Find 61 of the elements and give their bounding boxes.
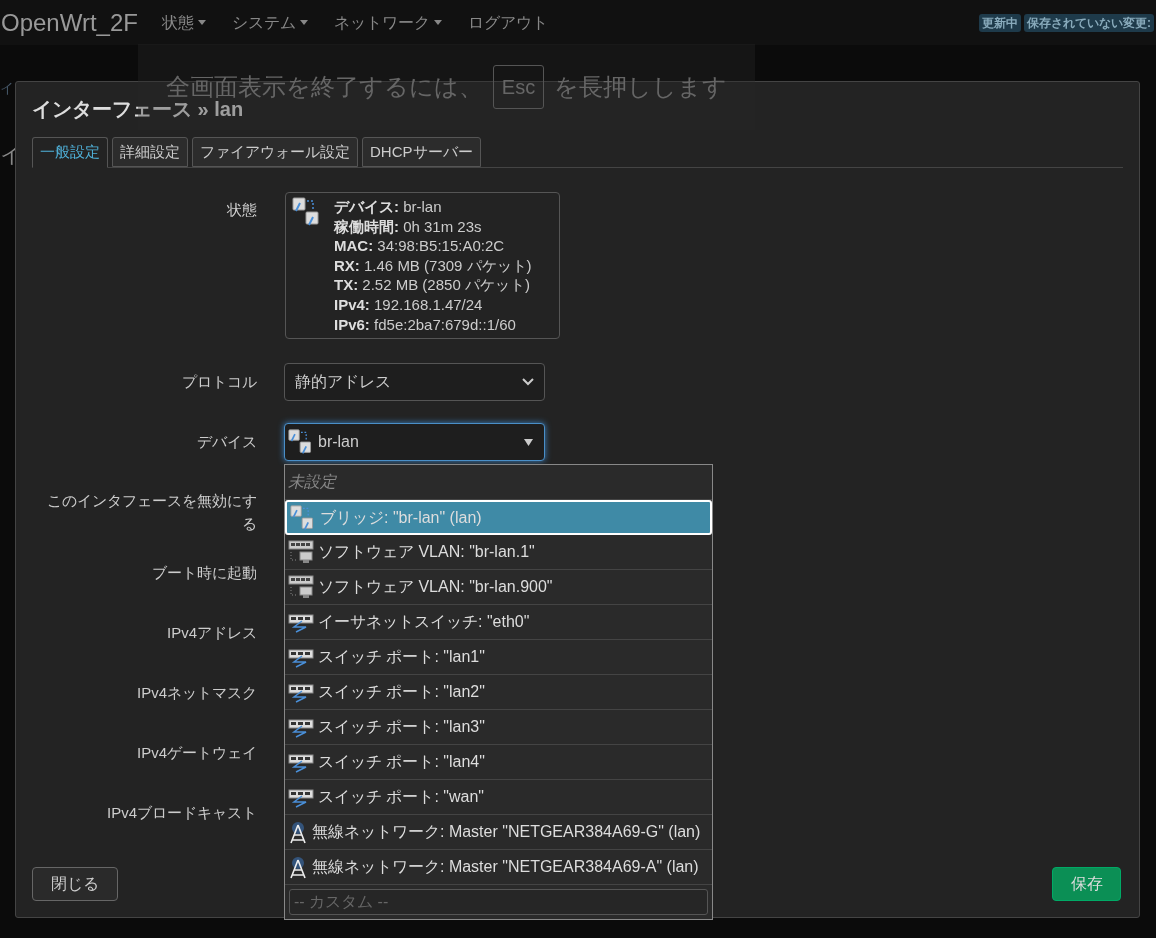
tab[interactable]: 一般設定	[32, 137, 108, 168]
close-button[interactable]: 閉じる	[32, 867, 118, 901]
dropdown-option[interactable]: スイッチ ポート: "lan1"	[285, 640, 712, 675]
status-line: MAC: 34:98:B5:15:A0:2C	[334, 236, 506, 256]
dropdown-option[interactable]: ソフトウェア VLAN: "br-lan.900"	[285, 570, 712, 605]
status-line: IPv6: fd5e:2ba7:679d::1/60	[334, 314, 517, 335]
dropdown-option[interactable]: スイッチ ポート: "wan"	[285, 780, 712, 815]
background-text: イ	[0, 79, 14, 98]
dropdown-option[interactable]: スイッチ ポート: "lan4"	[285, 745, 712, 780]
network-device-icon	[288, 575, 314, 599]
switch-icon	[288, 681, 314, 703]
switch-icon	[288, 646, 314, 668]
status-line: 稼働時間: 0h 31m 23s	[334, 216, 483, 237]
dialog-title: インターフェース » lan	[32, 98, 245, 121]
status-line: TX: 2.52 MB (2850 パケット)	[334, 275, 531, 295]
field-label: IPv4アドレス	[167, 622, 257, 643]
custom-input-field[interactable]: -- カスタム --	[289, 889, 708, 915]
field-label: IPv4ブロードキャスト	[107, 802, 257, 823]
antenna-tower-icon	[288, 820, 308, 844]
field-label: プロトコル	[181, 371, 257, 392]
tab[interactable]: ファイアウォール設定	[192, 137, 358, 167]
field-label: ブート時に起動	[152, 562, 257, 583]
chevron-down-icon	[522, 378, 534, 386]
status-badge: 更新中	[979, 13, 1021, 32]
key-cap: Esc	[492, 65, 545, 109]
field-label: 状態	[226, 200, 257, 220]
switch-icon	[288, 611, 314, 633]
switch-icon	[288, 786, 314, 808]
notice-text: 全画面表示を終了するには、	[165, 72, 483, 101]
bridge-icon	[290, 504, 316, 531]
nav-menu[interactable]: システム	[231, 10, 308, 35]
status-line: RX: 1.46 MB (7309 パケット)	[334, 255, 532, 276]
bridge-icon	[292, 197, 322, 227]
tab[interactable]: DHCPサーバー	[362, 137, 481, 167]
status-line: IPv4: 192.168.1.47/24	[334, 294, 484, 315]
network-device-icon	[288, 540, 314, 564]
dropdown-option[interactable]: スイッチ ポート: "lan2"	[285, 675, 712, 710]
tab[interactable]: 詳細設定	[112, 137, 188, 167]
antenna-tower-icon	[288, 855, 308, 879]
dropdown-option[interactable]: スイッチ ポート: "lan3"	[285, 710, 712, 745]
dropdown-option[interactable]: ソフトウェア VLAN: "br-lan.1"	[285, 535, 712, 570]
status-badge: 保存されていない変更:	[1024, 13, 1154, 32]
nav-menu[interactable]: 状態	[161, 10, 206, 35]
notice-text: を長押しします	[554, 72, 728, 102]
field-label: IPv4ネットマスク	[137, 682, 257, 703]
switch-icon	[288, 716, 314, 738]
dropdown-option[interactable]: イーサネットスイッチ: "eth0"	[285, 605, 712, 640]
protocol-select[interactable]: 静的アドレス	[284, 363, 545, 401]
dropdown-arrow-icon	[524, 438, 533, 446]
status-line: デバイス: br-lan	[334, 197, 443, 217]
field-label: IPv4ゲートウェイ	[137, 742, 257, 763]
field-label: このインタフェースを無効にする	[46, 491, 257, 534]
dropdown-option[interactable]: 無線ネットワーク: Master "NETGEAR384A69-G" (lan)	[285, 815, 712, 850]
switch-icon	[288, 751, 314, 773]
dropdown-option[interactable]: 無線ネットワーク: Master "NETGEAR384A69-A" (lan)	[285, 850, 712, 885]
device-select[interactable]: br-lan	[284, 423, 545, 461]
brand-title: OpenWrt_2F	[1, 7, 138, 38]
nav-menu[interactable]: ネットワーク	[333, 10, 442, 35]
field-label: デバイス	[196, 431, 257, 452]
bridge-icon	[288, 429, 314, 455]
nav-menu[interactable]: ログアウト	[467, 10, 548, 35]
